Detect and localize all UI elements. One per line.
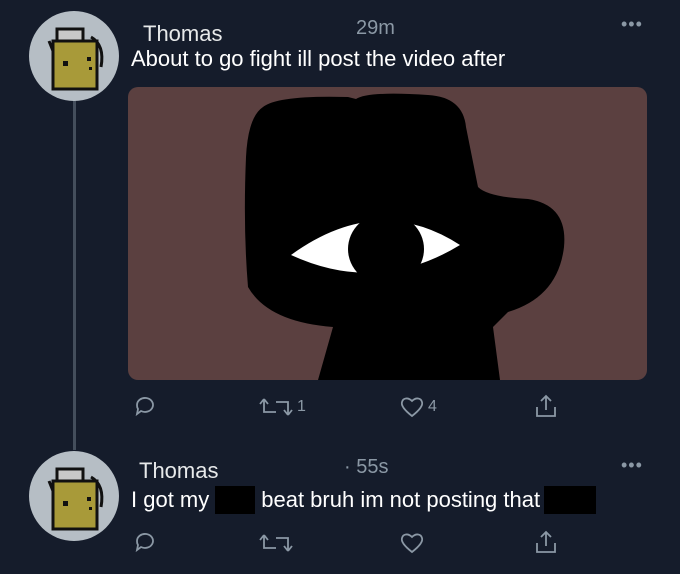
avatar[interactable] bbox=[29, 451, 119, 541]
tweet-text: About to go fight ill post the video aft… bbox=[131, 46, 506, 71]
reply-icon bbox=[135, 397, 154, 417]
avatar[interactable] bbox=[29, 11, 119, 101]
reply-button[interactable] bbox=[133, 394, 157, 418]
tweet-image[interactable] bbox=[128, 87, 647, 380]
share-button[interactable] bbox=[534, 529, 558, 555]
tweet-text-part1: I got my bbox=[131, 487, 210, 512]
like-icon bbox=[400, 533, 424, 554]
reply-button[interactable] bbox=[133, 530, 157, 554]
tweet-text-part2: beat bruh im not posting that bbox=[261, 487, 541, 512]
avatar-image bbox=[47, 467, 104, 531]
avatar-image bbox=[47, 27, 104, 91]
like-button[interactable] bbox=[399, 531, 425, 555]
retweet-icon bbox=[259, 534, 293, 552]
share-button[interactable] bbox=[534, 393, 558, 419]
like-count: 4 bbox=[428, 398, 437, 415]
more-icon[interactable]: ••• bbox=[621, 14, 643, 35]
author-name[interactable]: Thomas bbox=[139, 458, 218, 484]
retweet-count: 1 bbox=[297, 398, 306, 415]
thread-line bbox=[73, 100, 76, 450]
retweet-button[interactable]: 1 bbox=[258, 395, 306, 419]
retweet-button[interactable] bbox=[258, 531, 294, 555]
timestamp[interactable]: 29m bbox=[356, 17, 395, 40]
like-icon bbox=[400, 397, 424, 418]
reply-icon bbox=[135, 533, 154, 553]
timestamp[interactable]: · 55s bbox=[344, 456, 388, 479]
tweet-text: I got my beat bruh im not posting that bbox=[131, 486, 597, 514]
redaction-block bbox=[544, 486, 597, 514]
share-icon bbox=[536, 530, 556, 553]
author-name[interactable]: Thomas bbox=[143, 21, 222, 47]
redaction-block bbox=[215, 486, 256, 514]
share-icon bbox=[536, 394, 556, 417]
like-button[interactable]: 4 bbox=[399, 395, 437, 419]
more-icon[interactable]: ••• bbox=[621, 455, 643, 476]
retweet-icon bbox=[259, 398, 293, 416]
image-content bbox=[244, 93, 565, 380]
